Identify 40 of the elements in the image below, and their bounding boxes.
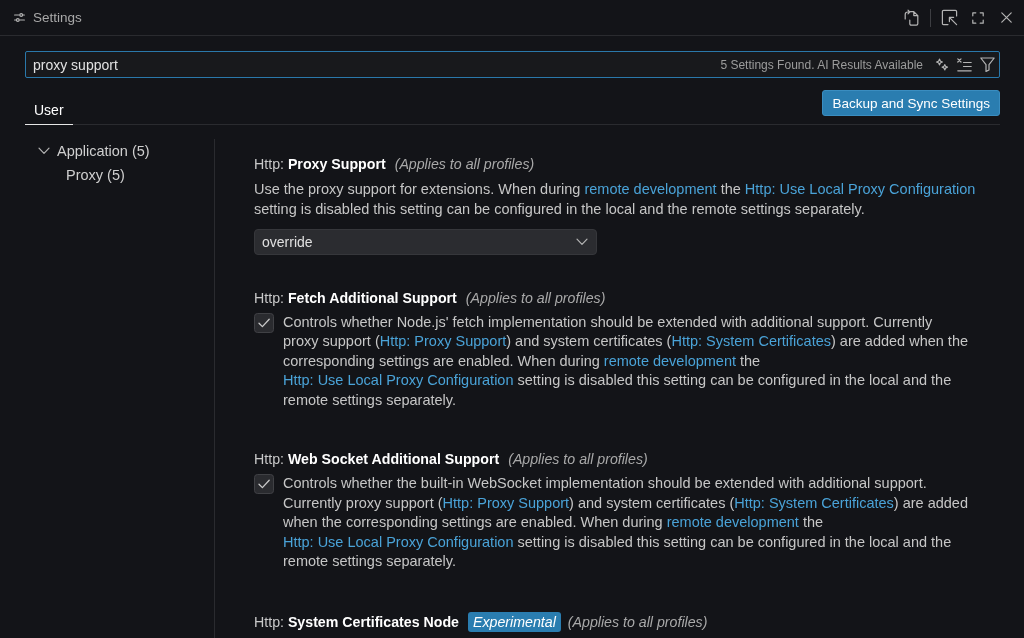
window-title: Settings <box>33 10 82 25</box>
setting-link[interactable]: Http: Use Local Proxy Configuration <box>283 372 514 389</box>
setting-description: Use the proxy support for extensions. When during remote development the Http: Use Local Proxy Configuration setting is disabled this setting can be configured in the local and the remote settings separately. <box>254 180 977 219</box>
setting-title: Http: Fetch Additional Support <box>254 289 457 307</box>
sliders-icon <box>14 13 25 22</box>
filter-icon[interactable] <box>980 57 995 72</box>
tree-item[interactable]: Application (5) <box>57 143 150 159</box>
checkbox[interactable] <box>254 474 274 495</box>
setting-description: Controls whether the built-in WebSocket implementation should be extended with additional support. Currently proxy support (Http: Proxy Support) and system certificates (Http: System Certificates) are added when the corresponding settings are enabled. When during remote development the Http: Use Local Proxy Configuration setting is disabled this setting can be configured in the local and the remote settings separately. <box>283 473 969 572</box>
setting-title: Http: Proxy Support <box>254 155 386 173</box>
setting-tag: Experimental <box>468 611 561 632</box>
result-count: 5 Settings Found. AI Results Available <box>720 57 923 72</box>
setting-link[interactable]: remote development <box>603 352 736 369</box>
sparkle-icon[interactable] <box>935 57 949 72</box>
setting-link[interactable]: Http: System Certificates <box>671 333 831 350</box>
setting-link[interactable]: Http: Use Local Proxy Configuration <box>283 533 514 550</box>
tree-item[interactable]: Proxy (5) <box>66 167 125 183</box>
clear-list-icon[interactable] <box>957 57 972 72</box>
scope-note: (Applies to all profiles) <box>567 612 708 631</box>
sync-button[interactable]: Backup and Sync Settings <box>822 90 1000 116</box>
box-arrow-icon[interactable] <box>941 9 958 26</box>
setting-description: Controls whether Node.js' fetch implementation should be extended with additional support. Currently proxy support (Http: Proxy Support) and system certificates (Http: System Certificates) are added when the corresponding settings are enabled. When during remote development the Http: Use Local Proxy Configuration setting is disabled this setting can be configured in the local and the remote settings separately. <box>283 312 970 410</box>
document-arrow-icon[interactable] <box>904 9 919 26</box>
setting-title: Http: Web Socket Additional Support <box>254 450 500 469</box>
setting-title: Http: System Certificates Node <box>254 612 459 631</box>
setting-link[interactable]: Http: Use Local Proxy Configuration <box>744 181 976 197</box>
tab[interactable]: User <box>25 90 73 125</box>
setting-link[interactable]: remote development <box>584 181 717 197</box>
setting-link[interactable]: remote development <box>666 514 799 531</box>
close-icon[interactable] <box>1001 12 1012 23</box>
scope-note: (Applies to all profiles) <box>465 289 606 307</box>
checkbox[interactable] <box>254 313 274 333</box>
expand-icon[interactable] <box>972 11 984 24</box>
setting-link[interactable]: Http: Proxy Support <box>379 333 507 350</box>
setting-link[interactable]: Http: Proxy Support <box>442 494 570 511</box>
setting-link[interactable]: Http: System Certificates <box>734 494 894 511</box>
scope-note: (Applies to all profiles) <box>394 155 535 173</box>
scope-note: (Applies to all profiles) <box>508 450 648 469</box>
dropdown[interactable]: override <box>254 229 597 255</box>
chevron-down-icon <box>576 238 588 246</box>
